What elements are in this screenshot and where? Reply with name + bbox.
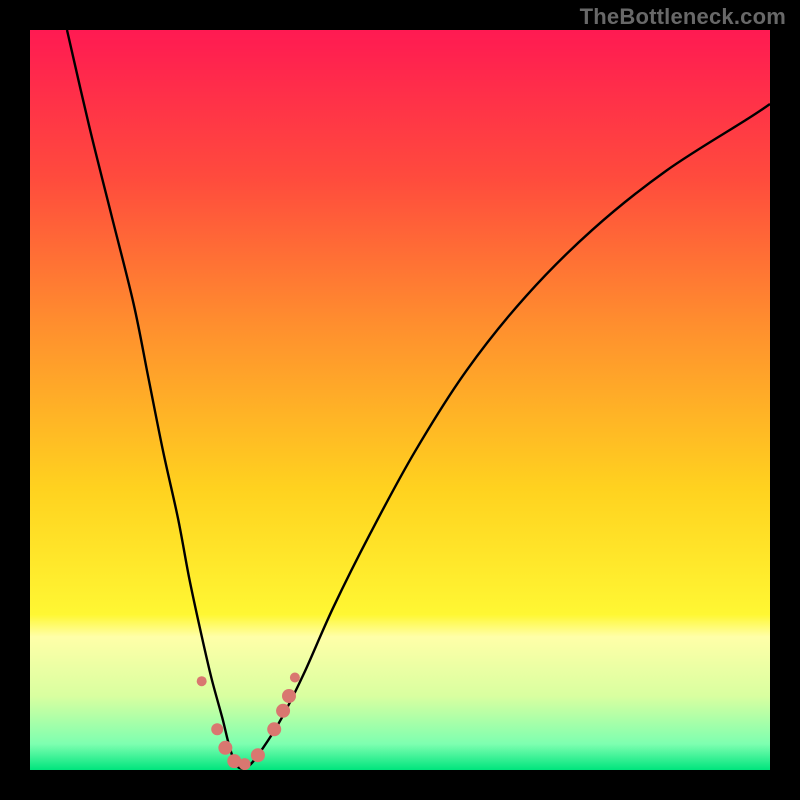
watermark-text: TheBottleneck.com (580, 4, 786, 30)
curve-marker (267, 722, 281, 736)
curve-marker (282, 689, 296, 703)
plot-area (30, 30, 770, 770)
curve-marker (211, 723, 223, 735)
chart-frame: TheBottleneck.com (0, 0, 800, 800)
curve-marker (218, 741, 232, 755)
curve-marker (276, 704, 290, 718)
curve-marker (251, 748, 265, 762)
curve-marker (197, 676, 207, 686)
curve-marker (290, 673, 300, 683)
bottleneck-curve (30, 30, 770, 770)
curve-marker (239, 758, 251, 770)
